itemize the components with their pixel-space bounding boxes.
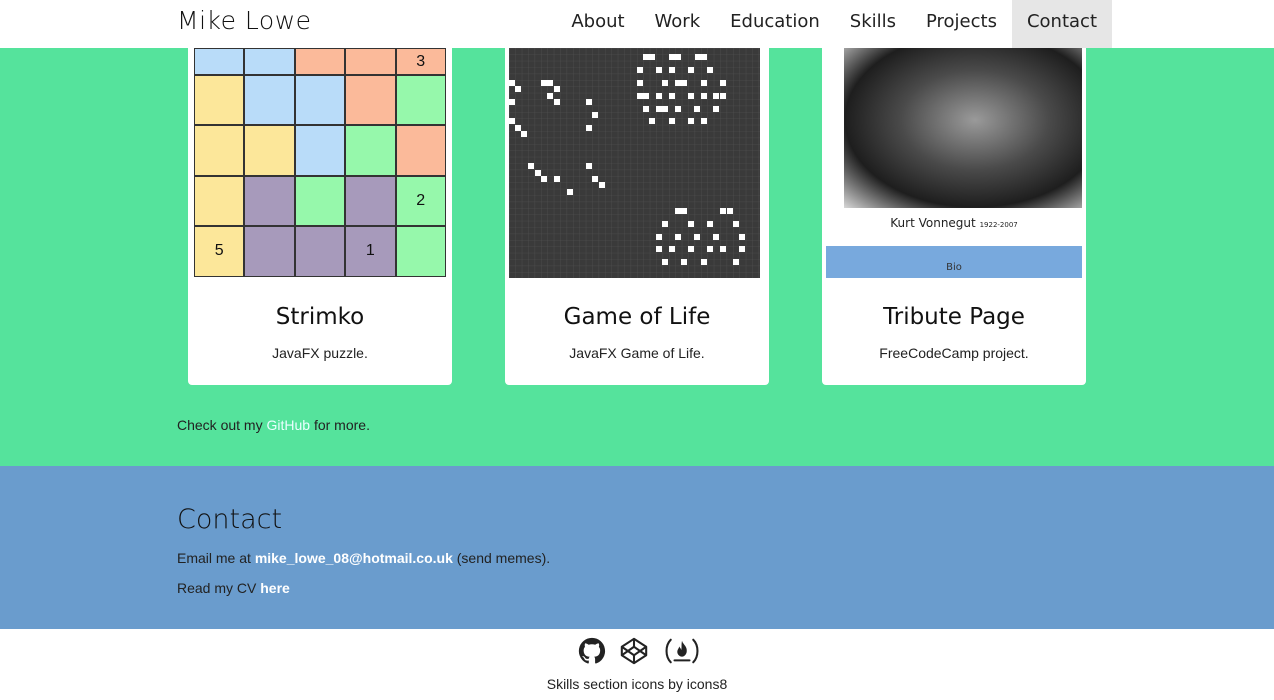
strimko-cell: 3 [395,48,446,75]
nav-about[interactable]: About [556,0,639,48]
email-line: Email me at mike_lowe_08@hotmail.co.uk (… [177,550,550,566]
strimko-cell [345,75,396,126]
strimko-cell [194,125,245,176]
strimko-cell [395,226,446,277]
bio-button: Bio [826,246,1082,278]
project-card-strimko[interactable]: 3 2 5 1 Strimko JavaFX puzzle. [188,48,452,385]
strimko-cell [244,75,295,126]
strimko-cell [244,226,295,277]
strimko-cell: 1 [345,226,396,277]
card-description: JavaFX puzzle. [272,345,368,361]
portrait-photo [844,48,1082,208]
cv-prefix: Read my CV [177,580,257,596]
more-suffix: for more. [313,417,370,433]
cv-link[interactable]: here [260,580,290,596]
icons-credit: Skills section icons by icons8 [546,676,728,692]
nav-work[interactable]: Work [640,0,716,48]
strimko-cell [345,48,396,75]
strimko-cell: 2 [395,175,446,227]
strimko-cell [294,125,346,176]
strimko-cell [294,48,346,75]
strimko-cell [294,226,346,277]
more-prefix: Check out my [177,417,263,433]
nav-skills[interactable]: Skills [835,0,911,48]
footer: Skills section icons by icons8 [0,629,1274,700]
strimko-cell [345,125,396,176]
contact-title: Contact [177,504,283,535]
photo-caption: Kurt Vonnegut 1922-2007 [826,216,1082,230]
email-link[interactable]: mike_lowe_08@hotmail.co.uk [255,550,453,566]
social-icons [577,636,703,666]
strimko-image: 3 2 5 1 [194,48,446,278]
github-icon[interactable] [577,636,607,666]
strimko-cell [194,75,245,126]
card-title: Game of Life [563,304,711,330]
strimko-cell [194,175,245,227]
projects-section: 3 2 5 1 Strimko JavaFX puzzle. Game of L… [0,48,1274,466]
card-title: Strimko [275,304,365,330]
brand[interactable]: Mike Lowe [177,6,312,35]
freecodecamp-icon[interactable] [661,636,703,666]
email-prefix: Email me at [177,550,251,566]
nav-menu: About Work Education Skills Projects Con… [556,0,1112,48]
game-of-life-image [508,48,760,278]
strimko-cell [244,48,295,75]
contact-section: Contact Email me at mike_lowe_08@hotmail… [0,466,1274,629]
codepen-icon[interactable] [619,636,649,666]
cv-line: Read my CV here [177,580,290,596]
strimko-cell [395,125,446,176]
strimko-cell: 5 [194,226,245,277]
project-card-game-of-life[interactable]: Game of Life JavaFX Game of Life. [505,48,769,385]
caption-years: 1922-2007 [979,221,1018,229]
nav-contact[interactable]: Contact [1011,0,1112,48]
github-link[interactable]: GitHub [266,417,310,433]
navbar: Mike Lowe About Work Education Skills Pr… [0,0,1274,48]
strimko-cell [294,175,346,227]
nav-projects[interactable]: Projects [911,0,1012,48]
strimko-cell [244,125,295,176]
card-description: FreeCodeCamp project. [879,345,1029,361]
project-card-tribute-page[interactable]: Kurt Vonnegut 1922-2007 Bio Tribute Page… [822,48,1086,385]
tribute-page-image: Kurt Vonnegut 1922-2007 Bio [826,48,1082,278]
caption-name: Kurt Vonnegut [890,216,976,230]
github-more-text: Check out my GitHub for more. [177,417,370,433]
card-description: JavaFX Game of Life. [569,345,705,361]
strimko-cell [395,75,446,126]
email-suffix: (send memes). [456,550,551,566]
strimko-cell [194,48,245,75]
strimko-cell [294,75,346,126]
card-title: Tribute Page [883,304,1025,330]
strimko-cell [244,175,295,227]
nav-education[interactable]: Education [715,0,835,48]
strimko-cell [345,175,396,227]
life-grid [509,48,760,278]
